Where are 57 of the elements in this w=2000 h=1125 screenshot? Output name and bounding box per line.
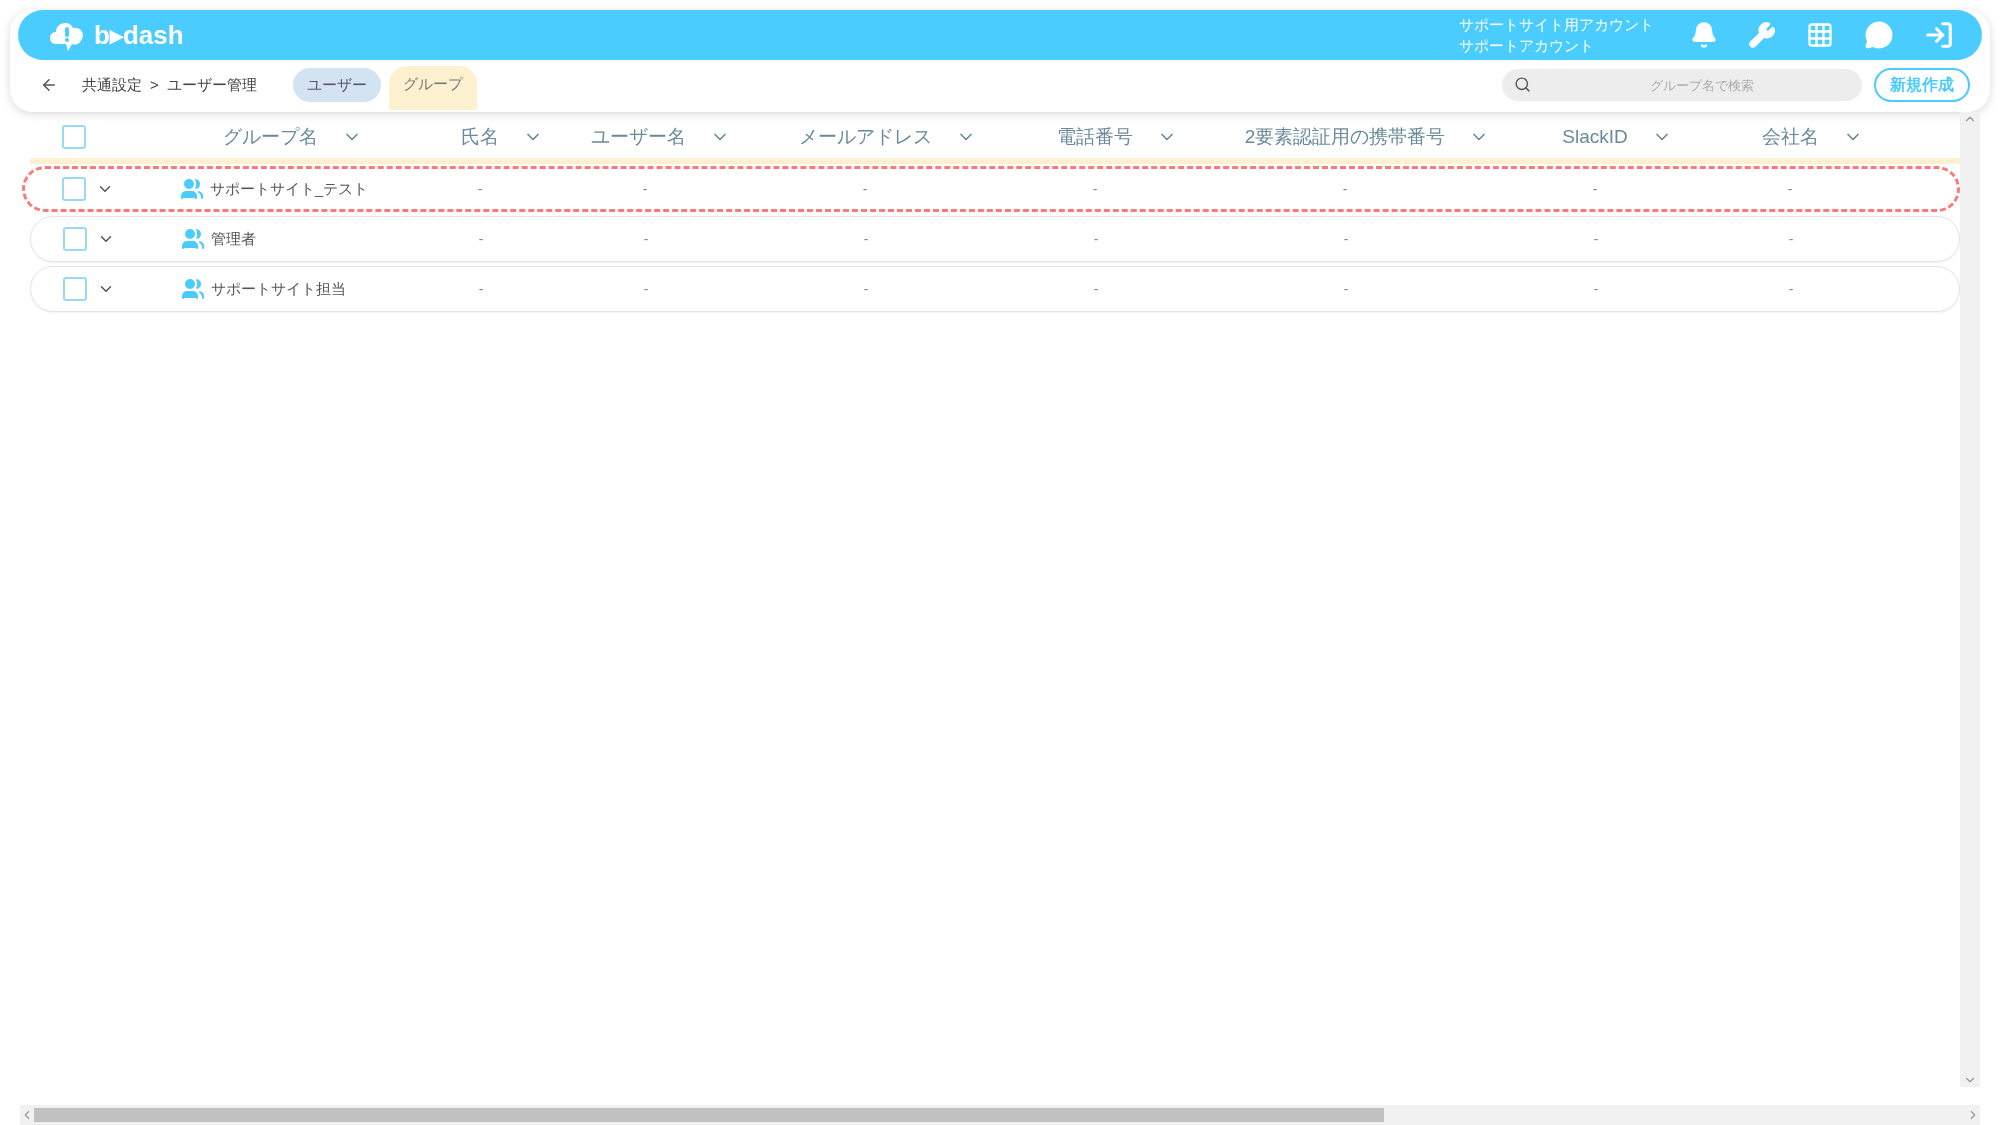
table-cell-text: - [1093,279,1099,299]
tab[interactable]: ユーザー [292,68,381,102]
checkbox[interactable] [62,125,86,149]
account-name: サポートサイト用アカウント [1459,15,1654,35]
breadcrumb-item[interactable]: ユーザー管理 [166,73,257,97]
column-header[interactable]: ユーザー名 [591,122,686,152]
table-cell-text: - [1592,179,1598,199]
table-cell-text: - [1788,279,1794,299]
checkbox[interactable] [63,227,87,251]
table-cell-text: - [863,229,869,249]
group-icon [180,177,204,201]
table-cell-text: - [1343,229,1349,249]
table-cell-text: - [862,179,868,199]
column-header[interactable]: 電話番号 [1057,122,1133,152]
breadcrumb-separator: > [150,74,159,95]
table-cell-text: - [1342,179,1348,199]
group-name: 管理者 [211,228,256,249]
checkbox[interactable] [63,277,87,301]
column-header[interactable]: 2要素認証用の携帯番号 [1244,122,1446,152]
group-name: サポートサイト_テスト [210,178,369,199]
table-cell-text: - [478,279,484,299]
breadcrumb-item[interactable]: 共通設定 [82,73,142,97]
horizontal-scrollbar[interactable] [20,1105,1980,1125]
table-cell-text: - [1593,229,1599,249]
column-header[interactable]: メールアドレス [798,122,932,152]
bell-icon[interactable] [1690,21,1718,49]
grid-icon[interactable] [1806,21,1834,49]
table-cell-text: - [1788,229,1794,249]
table-cell-text: - [643,279,649,299]
table-cell-text: - [1787,179,1793,199]
table-cell-text: - [478,229,484,249]
group-icon [181,277,205,301]
column-header[interactable]: 会社名 [1761,122,1819,152]
wrench-icon[interactable] [1748,21,1776,49]
column-header[interactable]: グループ名 [222,122,318,152]
table-cell-text: - [1093,229,1099,249]
table-row[interactable]: サポートサイト_テスト - - - - - - - [22,166,1960,212]
table-cell-text: - [643,229,649,249]
table-cell-text: - [863,279,869,299]
scrollbar-thumb[interactable] [34,1108,1384,1122]
table-cell-text: - [477,179,483,199]
back-icon[interactable] [40,76,58,94]
table-cell-text: - [1092,179,1098,199]
column-header[interactable]: SlackID [1562,122,1628,152]
group-icon [181,227,205,251]
account-subname: サポートアカウント [1459,36,1595,56]
table-cell-text: - [1343,279,1349,299]
table-cell-text: - [1593,279,1599,299]
column-header[interactable]: 氏名 [461,122,499,152]
checkbox[interactable] [62,177,86,201]
logo-text: b▸dash [94,18,184,52]
vertical-scrollbar[interactable] [1960,112,1980,1087]
group-name: サポートサイト担当 [211,278,346,299]
search-icon [1514,76,1531,93]
chat-bubble-icon[interactable] [1864,20,1894,50]
table-cell-text: - [642,179,648,199]
tab[interactable]: グループ [388,66,477,110]
